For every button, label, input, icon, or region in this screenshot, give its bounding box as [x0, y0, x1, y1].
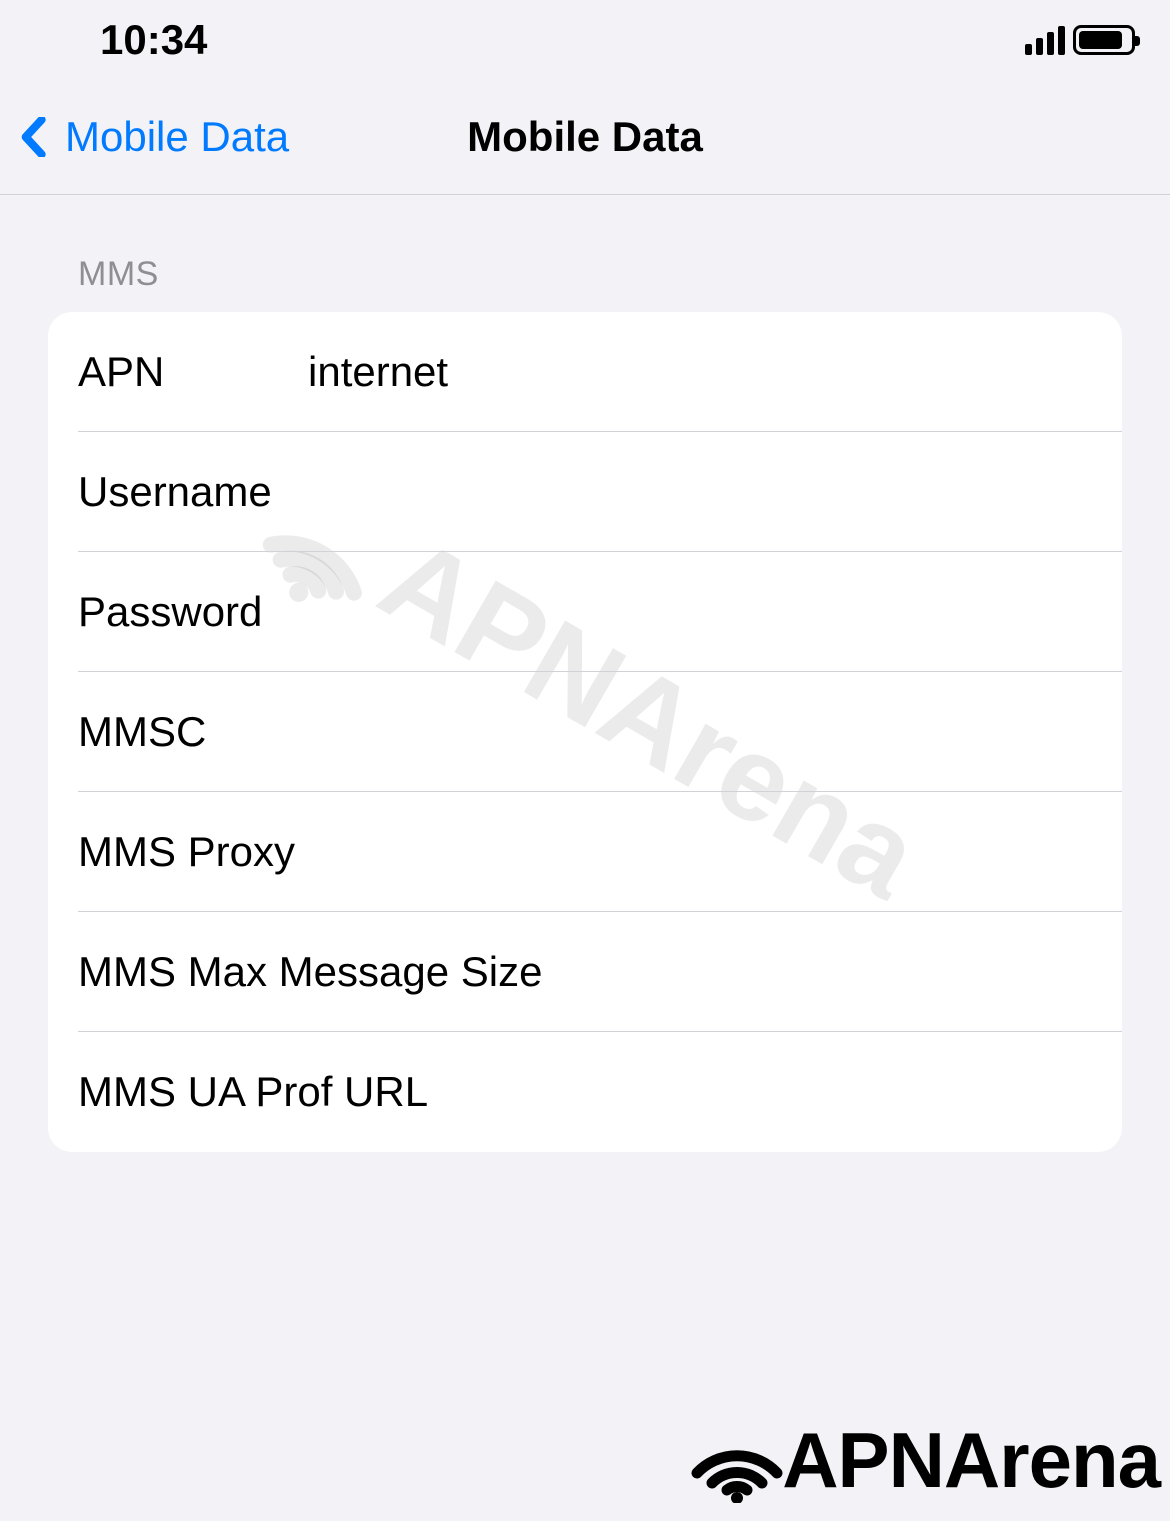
footer-logo-text: APNArena: [782, 1415, 1160, 1506]
mmsc-input[interactable]: [206, 708, 1122, 756]
mms-proxy-label: MMS Proxy: [78, 828, 295, 876]
mms-ua-prof-label: MMS UA Prof URL: [78, 1068, 428, 1116]
row-password[interactable]: Password: [48, 552, 1122, 672]
section-header-mms: MMS: [48, 255, 1122, 294]
mms-ua-prof-input[interactable]: [428, 1068, 1122, 1116]
battery-icon: [1073, 25, 1135, 55]
password-label: Password: [78, 588, 262, 636]
apn-input[interactable]: [308, 348, 1122, 396]
row-mms-max-message-size[interactable]: MMS Max Message Size: [48, 912, 1122, 1032]
username-input[interactable]: [272, 468, 1122, 516]
mms-proxy-input[interactable]: [295, 828, 1122, 876]
row-mms-proxy[interactable]: MMS Proxy: [48, 792, 1122, 912]
row-apn[interactable]: APN: [48, 312, 1122, 432]
password-input[interactable]: [262, 588, 1122, 636]
mmsc-label: MMSC: [78, 708, 206, 756]
status-bar: 10:34: [0, 0, 1170, 80]
back-button[interactable]: Mobile Data: [0, 113, 289, 161]
row-mmsc[interactable]: MMSC: [48, 672, 1122, 792]
footer-logo: APNArena: [687, 1415, 1160, 1506]
nav-bar: Mobile Data Mobile Data: [0, 80, 1170, 195]
status-indicators: [1025, 25, 1135, 55]
chevron-left-icon: [20, 117, 50, 157]
status-time: 10:34: [100, 16, 207, 64]
signal-icon: [1025, 25, 1065, 55]
content: MMS APN Username Password MMSC MMS Proxy…: [0, 195, 1170, 1152]
username-label: Username: [78, 468, 272, 516]
settings-group-mms: APN Username Password MMSC MMS Proxy MMS…: [48, 312, 1122, 1152]
row-username[interactable]: Username: [48, 432, 1122, 552]
mms-max-size-input[interactable]: [542, 948, 1122, 996]
mms-max-size-label: MMS Max Message Size: [78, 948, 542, 996]
apn-label: APN: [78, 348, 308, 396]
back-label: Mobile Data: [65, 113, 289, 161]
row-mms-ua-prof-url[interactable]: MMS UA Prof URL: [48, 1032, 1122, 1152]
wifi-icon: [687, 1418, 787, 1503]
